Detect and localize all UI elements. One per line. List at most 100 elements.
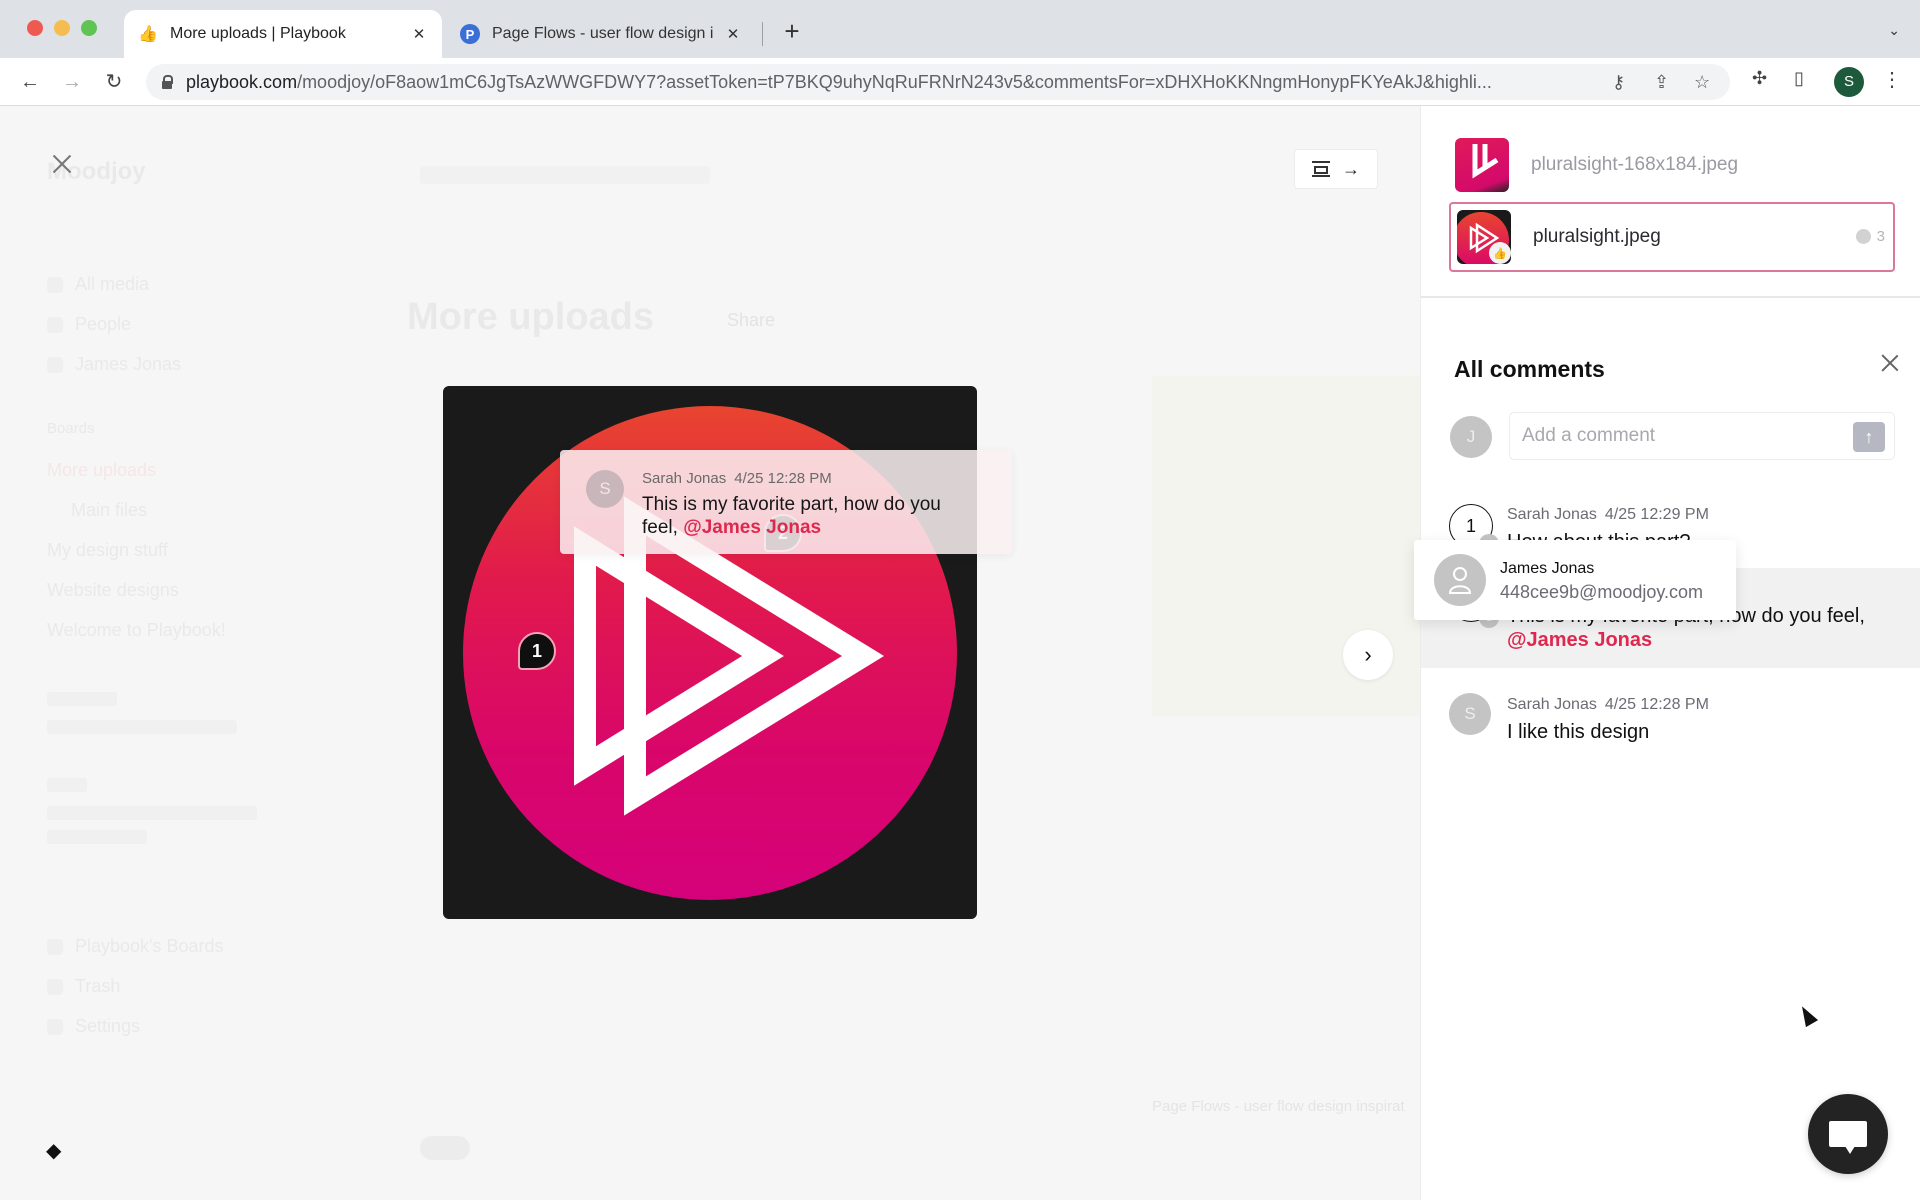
p-logo-icon: P <box>460 24 480 44</box>
tab-close-icon[interactable]: ✕ <box>410 25 428 43</box>
asset-caption: Page Flows - user flow design inspirat <box>1152 1098 1405 1115</box>
comment-meta: Sarah Jonas 4/25 12:28 PM <box>1507 696 1709 714</box>
search-bar <box>420 166 710 184</box>
placeholder-line <box>47 720 237 734</box>
sidebar-item-james-jonas: James Jonas <box>47 354 181 375</box>
avatar: S <box>1449 693 1491 735</box>
mention-link[interactable]: @James Jonas <box>1507 629 1652 651</box>
file-item[interactable]: pluralsight-168x184.jpeg <box>1449 130 1895 200</box>
comment-author: Sarah Jonas <box>642 470 727 487</box>
side-panel-icon[interactable]: ▯ <box>1794 68 1804 89</box>
tab-title: More uploads | Playbook <box>170 25 346 42</box>
placeholder-line <box>47 778 87 792</box>
sidebar-board-more-uploads: More uploads <box>47 460 157 480</box>
comments-panel: pluralsight-168x184.jpeg 👍 pluralsight.j… <box>1420 106 1920 1200</box>
placeholder-line <box>47 806 257 820</box>
sidebar-item-all-media: All media <box>47 274 149 295</box>
browser-chrome: 👍 More uploads | Playbook ✕ P Page Flows… <box>0 0 1920 106</box>
comment-timestamp: 4/25 12:28 PM <box>734 470 832 487</box>
chat-bubble-icon <box>1829 1121 1867 1154</box>
extensions-puzzle-icon[interactable]: ✣ <box>1752 68 1767 89</box>
arrow-up-icon: ↑ <box>1864 426 1874 447</box>
share-icon[interactable]: ⇪ <box>1654 72 1669 93</box>
file-name: pluralsight.jpeg <box>1533 226 1661 247</box>
sidebar-board-my-design-stuff: My design stuff <box>47 540 168 560</box>
avatar: S <box>586 470 624 508</box>
user-avatar <box>1434 554 1486 606</box>
file-name: pluralsight-168x184.jpeg <box>1531 154 1739 175</box>
file-thumbnail <box>1455 138 1509 192</box>
comment-count-badge: 3 <box>1855 228 1885 245</box>
pin-comment-popover: S Sarah Jonas 4/25 12:28 PM This is my fa… <box>560 450 1012 554</box>
tab-search-chevron-icon[interactable]: ⌄ <box>1888 22 1900 39</box>
key-icon[interactable]: ⚷ <box>1612 72 1625 93</box>
url-text[interactable]: playbook.com/moodjoy/oF8aow1mC6JgTsAzWWG… <box>186 72 1616 93</box>
sidebar-item-trash: Trash <box>47 976 120 997</box>
reload-button[interactable]: ↻ <box>100 68 128 96</box>
arrow-right-icon: → <box>1342 158 1360 179</box>
add-comment-input[interactable] <box>1509 412 1895 460</box>
browser-toolbar: ← → ↻ playbook.com/moodjoy/oF8aow1mC6JgT… <box>0 58 1920 106</box>
tab-close-icon[interactable]: ✕ <box>724 25 742 43</box>
profile-avatar[interactable]: S <box>1834 67 1864 97</box>
comment-pin-1[interactable]: 1 <box>518 632 556 670</box>
sidebar-item-settings: Settings <box>47 1016 140 1037</box>
next-asset-button[interactable]: › <box>1343 630 1393 680</box>
lock-icon <box>160 75 174 89</box>
bookmark-star-icon[interactable]: ☆ <box>1694 72 1710 93</box>
tab-more-uploads[interactable]: 👍 More uploads | Playbook ✕ <box>124 10 442 58</box>
comment-item[interactable]: S Sarah Jonas 4/25 12:28 PM I like this d… <box>1421 686 1920 766</box>
board-title: More uploads <box>407 296 655 338</box>
comments-heading: All comments <box>1454 356 1605 382</box>
comment-bubble-icon <box>1855 229 1871 244</box>
back-button[interactable]: ← <box>16 68 44 96</box>
comment-text: I like this design <box>1507 721 1650 743</box>
new-tab-button[interactable]: + <box>778 16 806 46</box>
support-chat-button[interactable] <box>1808 1094 1888 1174</box>
app-background: Moodjoy All media People James Jonas Boa… <box>0 106 1420 1200</box>
window-minimize-button[interactable] <box>54 20 70 36</box>
close-lightbox-icon[interactable] <box>50 152 74 176</box>
boards-label: Boards <box>47 420 95 437</box>
comment-meta: Sarah Jonas 4/25 12:29 PM <box>1507 506 1709 524</box>
file-thumbnail: 👍 <box>1457 210 1511 264</box>
sidebar-board-website-designs: Website designs <box>47 580 179 600</box>
comment-timestamp: 4/25 12:28 PM <box>1604 696 1709 713</box>
file-item-selected[interactable]: 👍 pluralsight.jpeg 3 <box>1449 202 1895 272</box>
forward-button[interactable]: → <box>58 68 86 96</box>
placeholder-line <box>47 830 147 844</box>
user-name: James Jonas <box>1500 560 1595 577</box>
user-icon <box>1448 567 1472 594</box>
close-comments-icon[interactable] <box>1881 354 1899 372</box>
chevron-right-icon: › <box>1364 642 1372 667</box>
panel-icon <box>1312 161 1330 177</box>
mention-hover-card: James Jonas 448cee9b@moodjoy.com <box>1414 540 1736 620</box>
comment-author: Sarah Jonas <box>1507 506 1597 523</box>
sidebar-board-welcome: Welcome to Playbook! <box>47 620 226 640</box>
browser-menu-icon[interactable]: ⋮ <box>1882 67 1902 92</box>
thumbs-up-icon: 👍 <box>138 26 158 43</box>
divider <box>1421 296 1920 298</box>
comment-author: Sarah Jonas <box>1507 696 1597 713</box>
tab-page-flows[interactable]: P Page Flows - user flow design i ✕ <box>446 10 756 58</box>
address-bar[interactable]: playbook.com/moodjoy/oF8aow1mC6JgTsAzWWG… <box>146 64 1730 100</box>
sidebar-item-boards: Playbook's Boards <box>47 936 224 957</box>
window-close-button[interactable] <box>27 20 43 36</box>
thumbs-up-icon: 👍 <box>1489 242 1511 264</box>
placeholder-line <box>47 692 117 706</box>
paint-bucket-icon[interactable]: ◆ <box>46 1138 61 1163</box>
comment-meta: Sarah Jonas 4/25 12:28 PM <box>642 470 832 487</box>
toggle-panel-button[interactable]: → <box>1294 149 1378 189</box>
window-zoom-button[interactable] <box>81 20 97 36</box>
sidebar-board-main-files: Main files <box>71 500 148 520</box>
share-button: Share <box>727 310 776 330</box>
sidebar-item-people: People <box>47 314 131 335</box>
comment-text: This is my favorite part, how do you fee… <box>642 494 941 538</box>
tab-title: Page Flows - user flow design i <box>492 25 714 42</box>
mention-link[interactable]: @James Jonas <box>683 517 821 538</box>
tab-separator <box>762 22 763 46</box>
pluralsight-mark-icon <box>1472 144 1499 179</box>
svg-badge <box>420 1136 470 1160</box>
comment-timestamp: 4/25 12:29 PM <box>1604 506 1709 523</box>
send-comment-button[interactable]: ↑ <box>1853 422 1885 452</box>
